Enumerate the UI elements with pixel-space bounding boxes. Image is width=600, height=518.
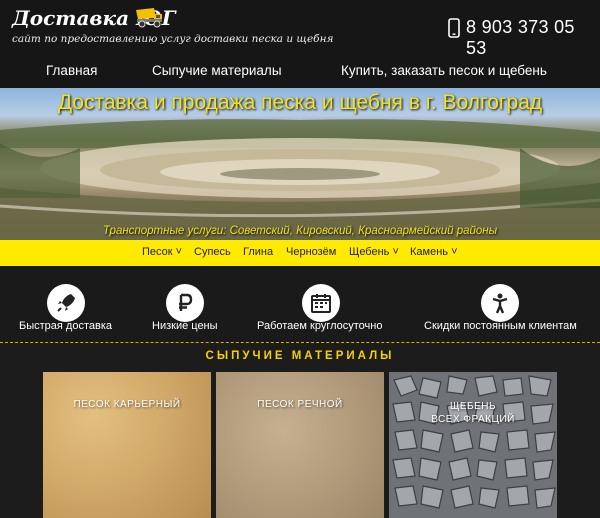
category-clay[interactable]: Глина	[243, 246, 273, 258]
banner-subtitle: Транспортные услуги: Советский, Кировски…	[102, 225, 498, 237]
main-nav: Главная Сыпучие материалы Купить, заказа…	[0, 56, 600, 88]
material-tile-gravel[interactable]: ЩЕБЕНЬ ВСЕХ ФРАКЦИЙ	[389, 372, 557, 518]
nav-item-materials[interactable]: Сыпучие материалы	[152, 63, 282, 78]
material-label-gravel: ЩЕБЕНЬ ВСЕХ ФРАКЦИЙ	[431, 401, 515, 425]
chevron-down-icon: ˅	[175, 246, 183, 258]
material-tile-river-sand[interactable]: ПЕСОК РЕЧНОЙ	[216, 372, 384, 518]
section-divider	[0, 342, 600, 343]
header: Доставка ЮГ сайт по предоставлению услуг…	[0, 0, 600, 59]
material-label-quarry-sand: ПЕСОК КАРЬЕРНЫЙ	[73, 399, 181, 410]
rocket-icon	[47, 284, 85, 322]
material-tile-quarry-sand[interactable]: ПЕСОК КАРЬЕРНЫЙ	[43, 372, 211, 518]
nav-item-order[interactable]: Купить, заказать песок и щебень	[341, 63, 547, 78]
chevron-down-icon: ˅	[392, 246, 399, 258]
features-row: Быстрая доставка Низкие цены Работаем кр…	[0, 266, 600, 342]
section-title: СЫПУЧИЕ МАТЕРИАЛЫ	[205, 350, 395, 362]
gravel-texture-image	[392, 375, 556, 509]
material-label-river-sand: ПЕСОК РЕЧНОЙ	[257, 399, 343, 410]
logo-subtitle: сайт по предоставлению услуг доставки пе…	[12, 33, 334, 45]
nav-item-home[interactable]: Главная	[46, 63, 97, 78]
dump-truck-icon	[136, 8, 162, 28]
category-sandy-loam[interactable]: Супесь	[194, 246, 231, 258]
category-sand[interactable]: Песок ˅	[142, 246, 182, 258]
category-stone[interactable]: Камень ˅	[410, 246, 458, 258]
feature-label-fast-delivery: Быстрая доставка	[19, 320, 112, 332]
phone-icon	[448, 18, 460, 38]
ruble-icon	[166, 284, 204, 322]
quarry-banner: Доставка и продажа песка и щебня в г. Во…	[0, 88, 600, 240]
phone-number[interactable]: 8 903 373 05 53	[466, 17, 600, 59]
category-bar: Песок ˅ Супесь Глина Чернозём Щебень ˅ К…	[0, 240, 600, 266]
banner-title: Доставка и продажа песка и щебня в г. Во…	[57, 91, 543, 114]
person-icon	[481, 284, 519, 322]
calendar-icon	[302, 284, 340, 322]
category-gravel[interactable]: Щебень ˅	[349, 246, 399, 258]
feature-label-24-7: Работаем круглосуточно	[257, 320, 383, 332]
category-black-soil[interactable]: Чернозём	[286, 246, 336, 258]
chevron-down-icon: ˅	[451, 246, 458, 258]
feature-label-discounts: Скидки постоянным клиентам	[424, 320, 577, 332]
feature-label-low-prices: Низкие цены	[152, 320, 218, 332]
